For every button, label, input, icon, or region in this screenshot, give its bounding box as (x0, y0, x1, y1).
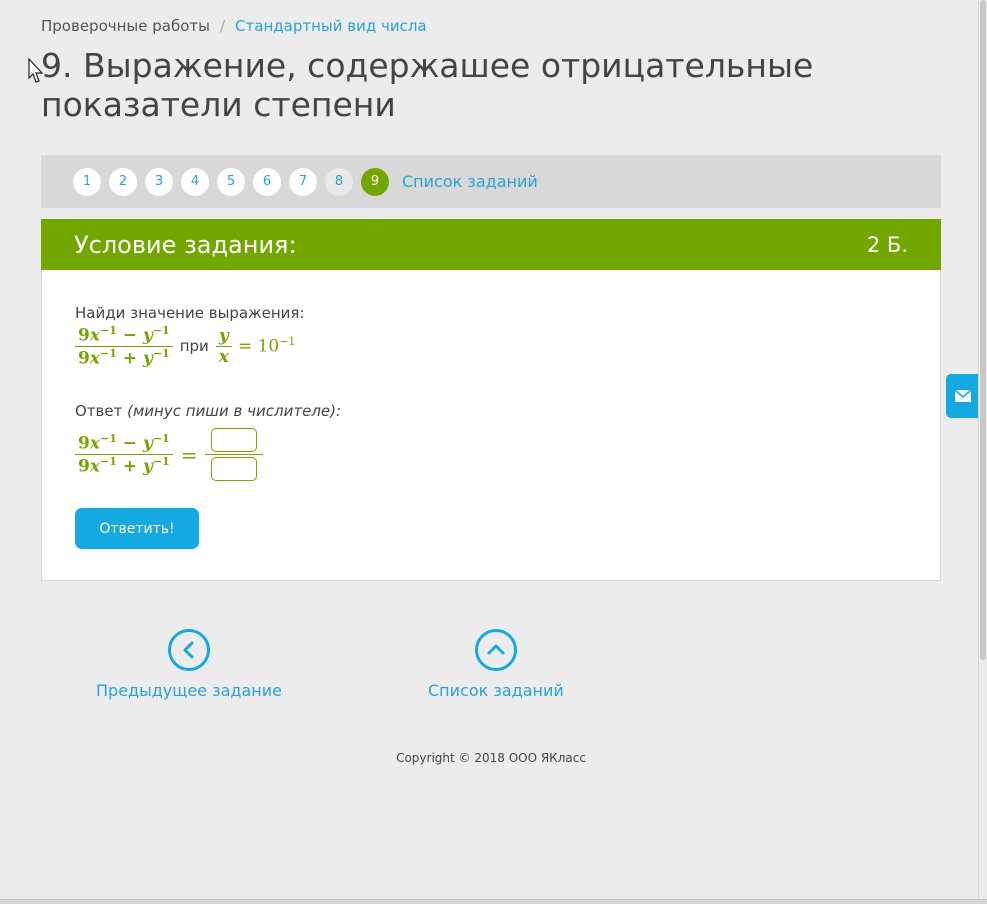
breadcrumb-root[interactable]: Проверочные работы (41, 17, 210, 35)
breadcrumb: Проверочные работы / Стандартный вид числа (41, 17, 427, 35)
submit-answer-button[interactable]: Ответить! (75, 508, 199, 549)
task-number-5[interactable]: 5 (217, 167, 245, 196)
task-number-2[interactable]: 2 (109, 167, 137, 196)
page-title: 9. Выражение, содержашее отрицательные п… (41, 46, 814, 124)
task-header-title: Условие задания: (74, 230, 297, 259)
equals-sign: = (180, 442, 198, 467)
prev-task-label[interactable]: Предыдущее задание (96, 681, 282, 700)
task-number-8[interactable]: 8 (325, 167, 353, 196)
feedback-mail-button[interactable] (946, 374, 980, 418)
task-header: Условие задания: 2 Б. (41, 219, 941, 270)
chevron-left-icon (167, 629, 210, 671)
bottom-strip (0, 899, 987, 904)
task-list-link[interactable]: Список заданий (402, 172, 538, 191)
task-points: 2 Б. (866, 232, 908, 257)
task-list-nav[interactable]: Список заданий (428, 629, 564, 700)
denominator-input[interactable] (211, 457, 258, 481)
expression-fraction: 9x−1 − y−1 9x−1 + y−1 (75, 324, 173, 368)
task-expression: 9x−1 − y−1 9x−1 + y−1 при y x = 10−1 (75, 324, 295, 368)
condition-fraction: y x (215, 326, 232, 367)
answer-expression-fraction: 9x−1 − y−1 9x−1 + y−1 (75, 432, 173, 477)
expression-denominator: 9x−1 + y−1 (78, 346, 170, 369)
breadcrumb-current[interactable]: Стандартный вид числа (235, 17, 427, 35)
task-body: Найди значение выражения: 9x−1 − y−1 9x−… (41, 270, 941, 581)
task-number-nav: 1 2 3 4 5 6 7 8 9 Список заданий (41, 155, 941, 208)
task-prompt: Найди значение выражения: (75, 304, 305, 322)
breadcrumb-separator: / (219, 17, 226, 35)
answer-hint: (минус пиши в числителе): (127, 402, 342, 420)
envelope-icon (954, 389, 972, 402)
task-number-3[interactable]: 3 (145, 167, 173, 196)
numerator-input[interactable] (211, 428, 258, 452)
prev-task-nav[interactable]: Предыдущее задание (96, 629, 282, 700)
expression-numerator: 9x−1 − y−1 (78, 324, 170, 346)
chevron-up-icon (474, 629, 517, 671)
scrollbar-thumb[interactable] (980, 0, 986, 660)
copyright: Copyright © 2018 ООО ЯКласс (396, 751, 586, 765)
condition-value: = 10−1 (237, 335, 296, 357)
task-number-4[interactable]: 4 (181, 167, 209, 196)
answer-fraction (205, 426, 264, 483)
answer-expression: 9x−1 − y−1 9x−1 + y−1 = (75, 426, 264, 483)
task-number-7[interactable]: 7 (289, 167, 317, 196)
task-number-6[interactable]: 6 (253, 167, 281, 196)
condition-word: при (179, 337, 209, 356)
task-number-1[interactable]: 1 (73, 167, 101, 196)
task-number-9-active[interactable]: 9 (361, 167, 389, 196)
scrollbar[interactable] (978, 0, 987, 900)
task-list-bottom-label[interactable]: Список заданий (428, 681, 564, 700)
answer-label: Ответ (минус пиши в числителе): (75, 402, 342, 420)
